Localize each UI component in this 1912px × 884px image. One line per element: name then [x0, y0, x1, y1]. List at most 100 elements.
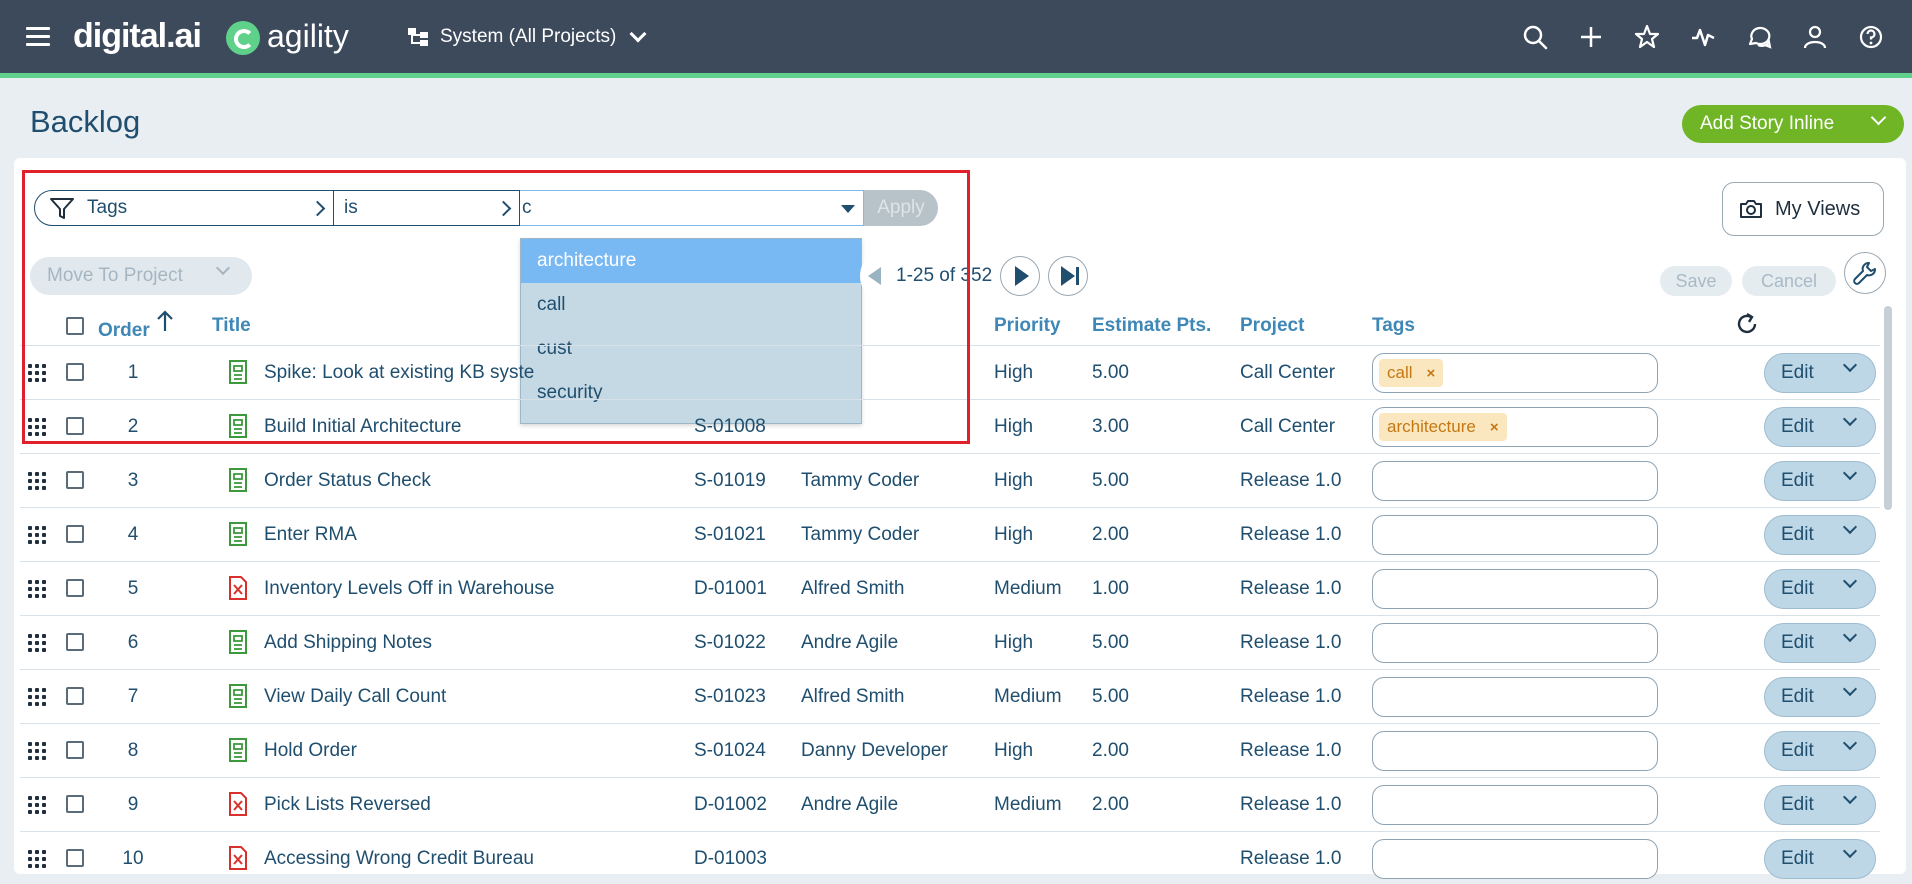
remove-tag-icon[interactable]: × [1490, 419, 1499, 436]
save-button[interactable]: Save [1660, 266, 1732, 296]
hamburger-menu-icon[interactable] [26, 27, 50, 47]
chevron-down-icon[interactable] [1870, 109, 1887, 126]
drag-handle-icon[interactable] [28, 580, 46, 598]
dropdown-option[interactable]: architecture [521, 239, 861, 283]
row-tags-field[interactable] [1372, 515, 1658, 555]
chevron-down-icon[interactable] [1842, 681, 1858, 697]
activity-icon[interactable] [1690, 24, 1716, 50]
drag-handle-icon[interactable] [28, 418, 46, 436]
drag-handle-icon[interactable] [28, 472, 46, 490]
row-id-link[interactable]: D-01001 [694, 578, 767, 600]
row-checkbox[interactable] [66, 471, 84, 489]
column-header-estimate[interactable]: Estimate Pts. [1092, 315, 1211, 337]
chevron-down-icon[interactable] [1842, 627, 1858, 643]
my-views-button[interactable]: My Views [1722, 182, 1884, 236]
drag-handle-icon[interactable] [28, 364, 46, 382]
column-header-project[interactable]: Project [1240, 315, 1304, 337]
table-row[interactable]: 4 Enter RMA S-01021 Tammy Coder High 2.00 Rele… [20, 507, 1880, 561]
edit-button[interactable]: Edit [1764, 731, 1876, 771]
table-scrollbar[interactable] [1884, 306, 1892, 510]
filter-operator-select[interactable]: is [334, 190, 520, 226]
row-checkbox[interactable] [66, 363, 84, 381]
edit-button[interactable]: Edit [1764, 569, 1876, 609]
help-icon[interactable] [1858, 24, 1884, 50]
project-selector[interactable]: System (All Projects) [408, 25, 647, 48]
chevron-down-icon[interactable] [1842, 789, 1858, 805]
drag-handle-icon[interactable] [28, 850, 46, 868]
edit-button[interactable]: Edit [1764, 677, 1876, 717]
row-id-link[interactable]: D-01002 [694, 794, 767, 816]
table-row[interactable]: 10 Accessing Wrong Credit Bureau D-01003 Re… [20, 831, 1880, 884]
edit-button[interactable]: Edit [1764, 461, 1876, 501]
edit-button[interactable]: Edit [1764, 785, 1876, 825]
column-header-tags[interactable]: Tags [1372, 315, 1415, 337]
edit-button[interactable]: Edit [1764, 839, 1876, 879]
row-tags-field[interactable] [1372, 461, 1658, 501]
chevron-down-icon[interactable] [1842, 411, 1858, 427]
row-checkbox[interactable] [66, 633, 84, 651]
row-title-link[interactable]: Hold Order [264, 740, 357, 762]
row-id-link[interactable]: S-01019 [694, 470, 766, 492]
plus-icon[interactable] [1578, 24, 1604, 50]
sort-ascending-icon[interactable] [156, 309, 174, 333]
add-story-inline-button[interactable]: Add Story Inline [1682, 105, 1904, 143]
chevron-down-icon[interactable] [1842, 519, 1858, 535]
star-icon[interactable] [1634, 24, 1660, 50]
conversations-icon[interactable] [1746, 24, 1772, 50]
drag-handle-icon[interactable] [28, 634, 46, 652]
row-title-link[interactable]: Accessing Wrong Credit Bureau [264, 848, 534, 870]
select-all-checkbox[interactable] [66, 317, 84, 335]
cancel-button[interactable]: Cancel [1742, 266, 1836, 296]
filter-field-select[interactable]: Tags [34, 190, 334, 226]
row-tags-field[interactable]: call × [1372, 353, 1658, 393]
row-tags-field[interactable] [1372, 785, 1658, 825]
row-title-link[interactable]: Spike: Look at existing KB syste [264, 362, 534, 384]
last-page-button[interactable] [1048, 256, 1089, 296]
row-checkbox[interactable] [66, 417, 84, 435]
table-row[interactable]: 5 Inventory Levels Off in Warehouse D-0100… [20, 561, 1880, 615]
row-id-link[interactable]: S-01022 [694, 632, 766, 654]
row-tags-field[interactable] [1372, 839, 1658, 879]
table-row[interactable]: 6 Add Shipping Notes S-01022 Andre Agile Hig… [20, 615, 1880, 669]
apply-button[interactable]: Apply [864, 190, 938, 226]
row-checkbox[interactable] [66, 849, 84, 867]
column-header-priority[interactable]: Priority [994, 315, 1061, 337]
row-tags-field[interactable]: architecture × [1372, 407, 1658, 447]
row-title-link[interactable]: Inventory Levels Off in Warehouse [264, 578, 554, 600]
drag-handle-icon[interactable] [28, 796, 46, 814]
row-checkbox[interactable] [66, 687, 84, 705]
edit-button[interactable]: Edit [1764, 623, 1876, 663]
refresh-icon[interactable] [1734, 311, 1760, 337]
row-id-link[interactable]: S-01024 [694, 740, 766, 762]
row-checkbox[interactable] [66, 741, 84, 759]
table-row[interactable]: 3 Order Status Check S-01019 Tammy Coder Hig… [20, 453, 1880, 507]
chevron-down-icon[interactable] [1842, 843, 1858, 859]
grid-settings-button[interactable] [1844, 252, 1886, 294]
row-checkbox[interactable] [66, 795, 84, 813]
table-row[interactable]: 2 Build Initial Architecture S-01008 High 3.… [20, 399, 1880, 453]
row-id-link[interactable]: S-01023 [694, 686, 766, 708]
table-row[interactable]: 9 Pick Lists Reversed D-01002 Andre Agile Me… [20, 777, 1880, 831]
row-checkbox[interactable] [66, 525, 84, 543]
row-tags-field[interactable] [1372, 677, 1658, 717]
dropdown-caret-icon[interactable] [841, 205, 855, 213]
row-title-link[interactable]: View Daily Call Count [264, 686, 446, 708]
search-icon[interactable] [1522, 24, 1548, 50]
move-to-project-button[interactable]: Move To Project [30, 257, 252, 295]
edit-button[interactable]: Edit [1764, 407, 1876, 447]
row-title-link[interactable]: Build Initial Architecture [264, 416, 462, 438]
row-tags-field[interactable] [1372, 623, 1658, 663]
row-title-link[interactable]: Enter RMA [264, 524, 357, 546]
chevron-down-icon[interactable] [1842, 357, 1858, 373]
drag-handle-icon[interactable] [28, 742, 46, 760]
drag-handle-icon[interactable] [28, 526, 46, 544]
row-id-link[interactable]: D-01003 [694, 848, 767, 870]
row-checkbox[interactable] [66, 579, 84, 597]
row-title-link[interactable]: Order Status Check [264, 470, 431, 492]
previous-page-button[interactable] [860, 256, 888, 296]
user-icon[interactable] [1802, 24, 1828, 50]
chevron-down-icon[interactable] [1842, 465, 1858, 481]
row-id-link[interactable]: S-01021 [694, 524, 766, 546]
table-row[interactable]: 7 View Daily Call Count S-01023 Alfred Smit… [20, 669, 1880, 723]
row-tags-field[interactable] [1372, 731, 1658, 771]
